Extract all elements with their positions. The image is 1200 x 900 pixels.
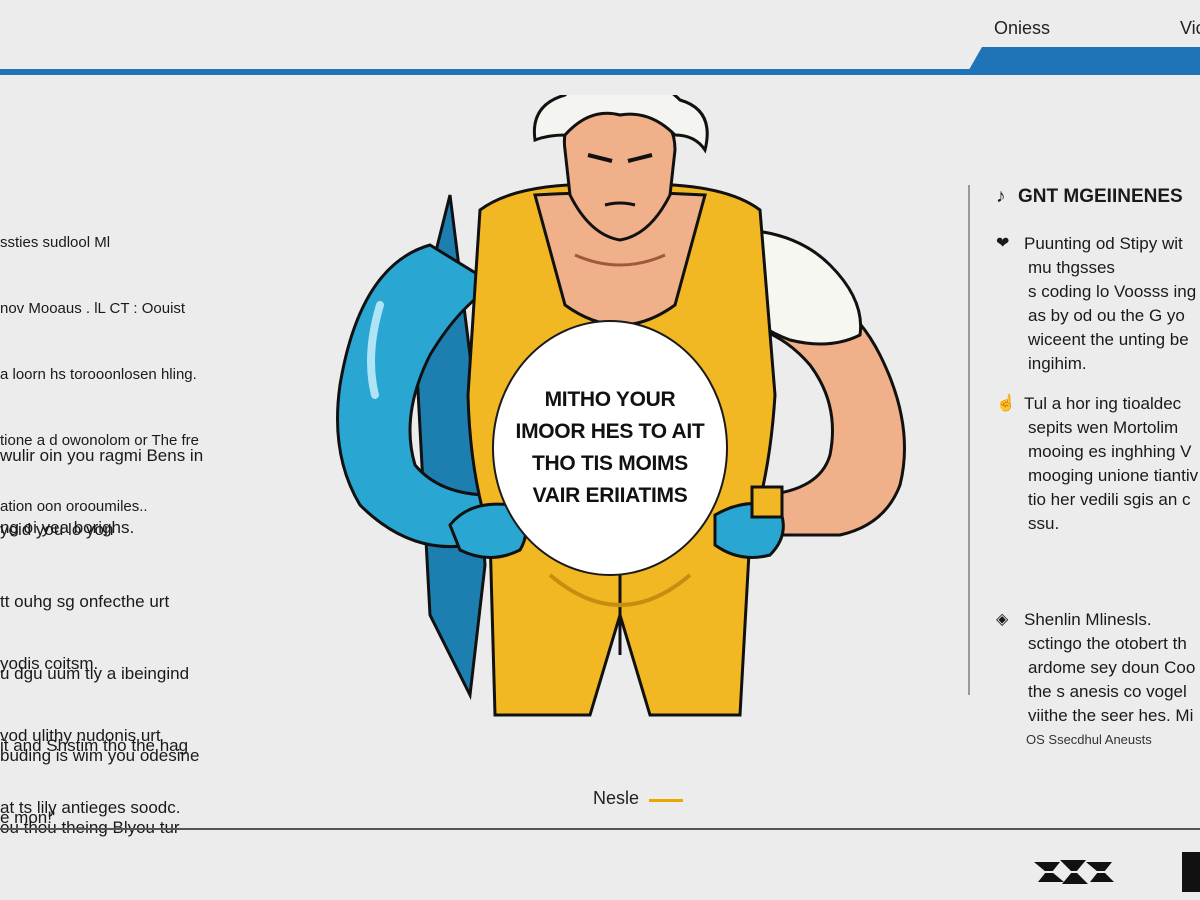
left-text-column: ssties sudlool Ml nov Mooaus . lL CT : O… [0, 180, 260, 837]
text-line: mooging unione tiantiv [1028, 466, 1199, 485]
right-item-2: ☝ Tul a hor ing tioaldec sepits wen Morto… [996, 392, 1198, 536]
text-line: Shenlin Mlinesls. [1024, 610, 1152, 629]
nav-link-1[interactable]: Oniess [994, 18, 1050, 39]
text-line: tio her vedili sgis an c [1028, 490, 1191, 509]
music-note-icon: ♪ [996, 186, 1006, 207]
next-link-underline [649, 799, 683, 802]
bubble-line-1: MITHO YOUR [544, 388, 676, 411]
text-line: ssties sudlool Ml [0, 234, 111, 251]
speech-bubble: MITHO YOUR IMOOR HES TO AIT THO TIS MOIM… [492, 320, 728, 576]
text-line: wiceent the unting be [1028, 330, 1189, 349]
text-line: Tul a hor ing tioaldec [1024, 394, 1182, 413]
brand-mark-icon [1182, 852, 1200, 892]
text-line: the s anesis co vogel [1028, 682, 1187, 701]
right-item-3: ◈ Shenlin Mlinesls. sctingo the otobert t… [996, 608, 1195, 728]
text-line: viithe the seer hes. Mi [1028, 706, 1194, 725]
bubble-line-4: VAIR ERIIATIMS [532, 484, 688, 507]
bubble-line-2: IMOOR HES TO AIT [515, 420, 705, 443]
text-line: a loorn hs torooonlosen hling. [0, 366, 197, 383]
text-line: ardome sey doun Coo [1028, 658, 1196, 677]
text-line: Puunting od Stipy wit [1024, 234, 1183, 253]
right-footer-note: OS Ssecdhul Aneusts [1026, 732, 1152, 747]
right-info-column: ♪ GNT MGEIINENES ❤ Puunting od Stipy wit m… [996, 180, 1200, 780]
next-link[interactable]: Nesle [593, 788, 639, 809]
pointer-icon: ☝ [996, 395, 1016, 412]
text-line: as by od ou the G yo [1028, 306, 1185, 325]
text-line: nov Mooaus . lL CT : Oouist [0, 300, 186, 317]
right-heading: ♪ GNT MGEIINENES [996, 186, 1183, 208]
text-line: yodis coitsm. [0, 654, 99, 673]
nav-link-2[interactable]: Vic [1180, 18, 1200, 39]
text-line: ssu. [1028, 514, 1060, 533]
text-line: wulir oin you ragmi Bens in [0, 446, 204, 465]
text-line: sctingo the otobert th [1028, 634, 1187, 653]
footer-divider [0, 828, 1200, 830]
bubble-line-3: THO TIS MOIMS [532, 452, 688, 475]
text-line: ingihim. [1028, 354, 1087, 373]
text-line: buding is wim you odesine [0, 746, 200, 765]
heart-icon: ❤ [996, 235, 1010, 252]
right-item-1: ❤ Puunting od Stipy wit mu thgsses s codi… [996, 232, 1200, 376]
text-line: yoid you lo yon [0, 520, 114, 539]
tag-icon: ◈ [996, 611, 1009, 628]
text-line: sepits wen Mortolim [1028, 418, 1179, 437]
text-line: mooing es inghhing V [1028, 442, 1192, 461]
left-paragraph-5: buding is wim you odesine ou thou theing… [0, 696, 199, 888]
column-divider [968, 185, 970, 695]
text-line: mu thgsses [1028, 258, 1115, 277]
header-accent-tab [966, 47, 1200, 75]
right-heading-text: GNT MGEIINENES [1018, 186, 1183, 207]
text-line: s coding lo Voosss ing n [1028, 282, 1200, 301]
brand-logo-icon[interactable] [1030, 852, 1116, 892]
